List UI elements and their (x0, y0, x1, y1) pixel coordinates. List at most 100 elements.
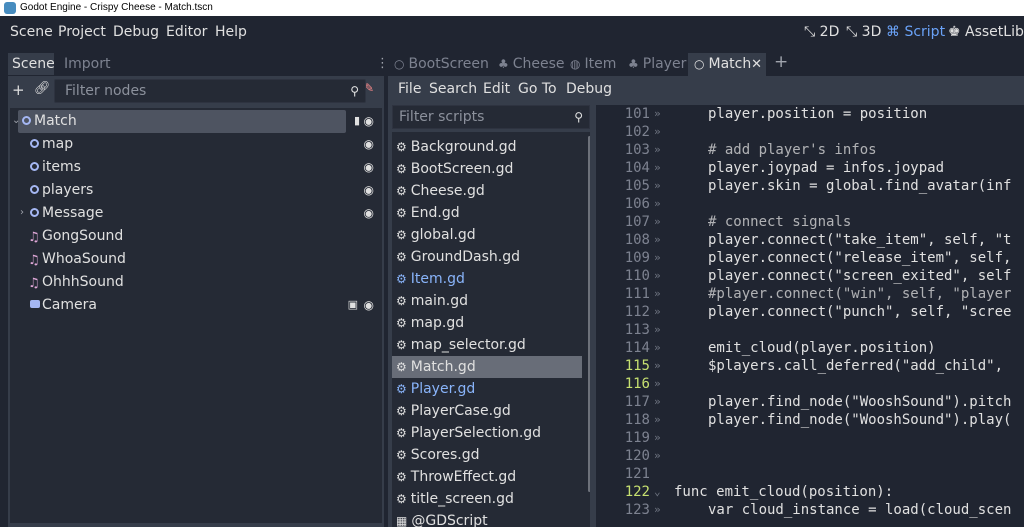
tree-node-gongsound[interactable]: ♫ GongSound (10, 225, 382, 247)
visibility-eye-icon[interactable]: ◉ (364, 110, 374, 132)
script-item-global[interactable]: ⚙ global.gd (392, 224, 582, 246)
script-menu-file[interactable]: File (398, 81, 421, 97)
code-editor[interactable]: 101» player.position = position 102» 103»… (596, 105, 1024, 527)
gear-icon: ⚙ (396, 338, 407, 352)
workspace-script-button[interactable]: ⌘ Script (886, 24, 945, 40)
code-line: 109» player.connect("release_item", self, (624, 250, 1012, 266)
script-item-gdscript[interactable]: ▦ @GDScript (392, 510, 582, 527)
gear-icon: ⚙ (396, 470, 407, 484)
window-title-bar: Godot Engine - Crispy Cheese - Match.tsc… (0, 0, 1024, 16)
gear-icon: ⚙ (396, 404, 407, 418)
scene-panel: + 🔗︎ ✎ Filter nodes ⚲ ⌄ Match ▮ ◉ map ◉ (8, 76, 384, 527)
script-item-grounddash[interactable]: ⚙ GroundDash.gd (392, 246, 582, 268)
node2d-icon (30, 185, 39, 194)
search-icon: ⚲ (350, 84, 359, 98)
visibility-eye-icon[interactable]: ◉ (364, 133, 374, 155)
gear-icon: ⚙ (396, 382, 407, 396)
visibility-eye-icon[interactable]: ◉ (364, 294, 374, 316)
code-line: 103» # add player's infos (624, 142, 877, 158)
gear-icon: ⚙ (396, 162, 407, 176)
tab-bootscreen[interactable]: ○ BootScreen (388, 53, 489, 76)
visibility-eye-icon[interactable]: ◉ (364, 202, 374, 224)
code-line: 123» var cloud_instance = load(cloud_scen (624, 502, 1012, 518)
tree-node-message[interactable]: › Message ◉ (10, 202, 382, 224)
visibility-eye-icon[interactable]: ◉ (364, 156, 374, 178)
node-icon: ○ (694, 57, 705, 71)
script-item-player[interactable]: ⚙ Player.gd (392, 378, 582, 400)
gear-icon: ⚙ (396, 228, 407, 242)
workspace-assetlib-button[interactable]: ♚ AssetLib (948, 24, 1024, 40)
tree-node-match[interactable]: ⌄ Match ▮ ◉ (10, 110, 382, 133)
code-line: 114» emit_cloud(player.position) (624, 340, 936, 356)
chevron-down-icon[interactable]: ⌄ (654, 483, 661, 501)
filter-nodes-input[interactable]: Filter nodes ⚲ (54, 79, 366, 103)
add-tab-icon[interactable]: + (774, 52, 788, 72)
filter-scripts-input[interactable]: Filter scripts ⚲ (392, 105, 590, 129)
chevron-down-icon[interactable]: ⌄ (12, 110, 20, 132)
script-menu-edit[interactable]: Edit (483, 81, 510, 97)
tab-player[interactable]: ♣ Player (622, 53, 686, 76)
tree-node-camera[interactable]: Camera ▣ ◉ (10, 294, 382, 316)
tree-node-whoasound[interactable]: ♫ WhoaSound (10, 248, 382, 270)
window-title: Godot Engine - Crispy Cheese - Match.tsc… (20, 2, 213, 13)
script-item-playercase[interactable]: ⚙ PlayerCase.gd (392, 400, 582, 422)
chevron-right-icon[interactable]: › (20, 202, 24, 224)
gear-icon: ⚙ (396, 184, 407, 198)
script-menu-debug[interactable]: Debug (566, 81, 612, 97)
tab-scene[interactable]: Scene (8, 53, 55, 75)
tab-match[interactable]: ○ Match ✕ (688, 53, 766, 76)
tab-import[interactable]: Import (60, 53, 120, 75)
code-line: 104» player.joypad = infos.joypad (624, 160, 945, 176)
script-item-bootscreen[interactable]: ⚙ BootScreen.gd (392, 158, 582, 180)
code-line: 101» player.position = position (624, 106, 928, 122)
script-item-main[interactable]: ⚙ main.gd (392, 290, 582, 312)
code-line: 106» (624, 196, 661, 212)
code-line: 118» player.find_node("WooshSound").play( (624, 412, 1012, 428)
script-item-item[interactable]: ⚙ Item.gd (392, 268, 582, 290)
script-item-throweffect[interactable]: ⚙ ThrowEffect.gd (392, 466, 582, 488)
script-list-scrollbar[interactable] (588, 136, 590, 492)
tab-item[interactable]: ◍ Item (564, 53, 618, 76)
node-icon: ○ (394, 57, 405, 71)
code-line: 120» (624, 448, 661, 464)
audio-icon: ♫ (28, 230, 40, 245)
scene-dock: Scene Import ⋮ + 🔗︎ ✎ Filter nodes ⚲ ⌄ M… (0, 50, 389, 527)
link-icon[interactable]: 🔗︎ (34, 81, 51, 96)
script-item-title-screen[interactable]: ⚙ title_screen.gd (392, 488, 582, 510)
script-item-playerselection[interactable]: ⚙ PlayerSelection.gd (392, 422, 582, 444)
menu-debug[interactable]: Debug (113, 24, 159, 40)
script-panel: File Search Edit Go To Debug Filter scri… (388, 76, 1024, 527)
menu-editor[interactable]: Editor (166, 24, 207, 40)
gdscript-icon: ▦ (396, 514, 408, 527)
add-node-icon[interactable]: + (12, 81, 25, 99)
script-item-cheese[interactable]: ⚙ Cheese.gd (392, 180, 582, 202)
script-item-map-selector[interactable]: ⚙ map_selector.gd (392, 334, 582, 356)
workspace-2d-button[interactable]: ⤡ 2D (804, 24, 839, 40)
current-camera-icon[interactable]: ▣ (348, 294, 358, 316)
tree-node-ohhhsound[interactable]: ♫ OhhhSound (10, 271, 382, 293)
menu-project[interactable]: Project (58, 24, 106, 40)
2d-icon: ⤡ (804, 24, 816, 40)
visibility-eye-icon[interactable]: ◉ (364, 179, 374, 201)
script-item-background[interactable]: ⚙ Background.gd (392, 136, 582, 158)
gear-icon: ⚙ (396, 448, 407, 462)
script-menu-search[interactable]: Search (429, 81, 477, 97)
close-tab-icon[interactable]: ✕ (751, 53, 762, 76)
code-line: 116» (624, 376, 661, 392)
tree-node-items[interactable]: items ◉ (10, 156, 382, 178)
script-item-scores[interactable]: ⚙ Scores.gd (392, 444, 582, 466)
tree-node-players[interactable]: players ◉ (10, 179, 382, 201)
script-item-match[interactable]: ⚙ Match.gd (392, 356, 582, 378)
menu-scene[interactable]: Scene (10, 24, 53, 40)
tab-cheese[interactable]: ♣ Cheese (492, 53, 565, 76)
script-item-map[interactable]: ⚙ map.gd (392, 312, 582, 334)
code-line-current: 115» $players.call_deferred("add_child", (624, 358, 1004, 374)
search-icon: ⚲ (574, 110, 583, 124)
script-attached-icon[interactable]: ▮ (354, 110, 360, 132)
menu-help[interactable]: Help (215, 24, 247, 40)
audio-icon: ♫ (28, 276, 40, 291)
script-menu-goto[interactable]: Go To (518, 81, 557, 97)
tree-node-map[interactable]: map ◉ (10, 133, 382, 155)
script-item-end[interactable]: ⚙ End.gd (392, 202, 582, 224)
workspace-3d-button[interactable]: ⤡ 3D (846, 24, 881, 40)
